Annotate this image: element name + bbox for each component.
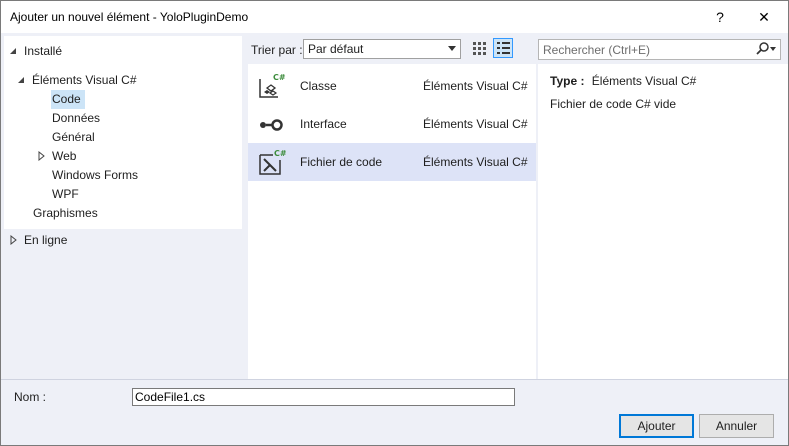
tree-item-label: Éléments Visual C# xyxy=(32,73,137,87)
sort-dropdown[interactable]: Par défaut xyxy=(303,39,461,59)
grid-view-button[interactable] xyxy=(469,38,489,58)
add-button[interactable]: Ajouter xyxy=(619,414,694,438)
collapsed-arrow-icon[interactable] xyxy=(8,235,18,245)
template-name: Classe xyxy=(300,79,337,93)
name-label: Nom : xyxy=(14,390,47,404)
sort-label: Trier par : xyxy=(251,43,303,57)
list-view-button[interactable] xyxy=(493,38,513,58)
tree-item-label: Web xyxy=(52,149,77,163)
tree-item-data[interactable]: Données xyxy=(52,109,100,127)
tree-item-graphics[interactable]: Graphismes xyxy=(33,204,98,222)
name-input[interactable] xyxy=(133,389,510,405)
tree-item-wpf[interactable]: WPF xyxy=(52,185,79,203)
svg-text:C#: C# xyxy=(274,149,286,158)
online-tree: En ligne xyxy=(4,229,242,379)
class-icon: C# xyxy=(256,71,286,101)
expanded-arrow-icon[interactable] xyxy=(16,75,26,85)
window-title: Ajouter un nouvel élément - YoloPluginDe… xyxy=(10,10,249,24)
search-input[interactable]: Rechercher (Ctrl+E) xyxy=(538,39,781,60)
dialog-footer: Nom : Ajouter Annuler xyxy=(1,379,788,445)
template-category: Éléments Visual C# xyxy=(423,79,528,93)
template-row-interface[interactable]: Interface Éléments Visual C# xyxy=(248,105,536,143)
details-type-value: Éléments Visual C# xyxy=(591,74,697,88)
template-category: Éléments Visual C# xyxy=(423,117,528,131)
details-type: Type : Éléments Visual C# xyxy=(550,74,696,88)
tree-item-windows-forms[interactable]: Windows Forms xyxy=(52,166,138,184)
help-icon: ? xyxy=(716,9,724,25)
template-list: C# Classe Éléments Visual C# Interface É… xyxy=(248,64,536,379)
search-icon[interactable] xyxy=(755,42,777,59)
tree-item-label: Installé xyxy=(24,44,63,58)
cancel-button[interactable]: Annuler xyxy=(699,414,774,438)
list-view-icon xyxy=(497,42,510,54)
template-category: Éléments Visual C# xyxy=(423,155,528,169)
details-panel: Type : Éléments Visual C# Fichier de cod… xyxy=(538,64,788,379)
close-button[interactable]: ✕ xyxy=(742,1,786,33)
chevron-down-icon xyxy=(448,46,456,51)
add-new-item-dialog: Ajouter un nouvel élément - YoloPluginDe… xyxy=(0,0,789,446)
details-description: Fichier de code C# vide xyxy=(550,97,677,111)
sort-value: Par défaut xyxy=(308,42,364,56)
code-file-icon: C# xyxy=(256,147,287,177)
tree-item-code[interactable]: Code xyxy=(52,90,81,108)
interface-icon xyxy=(256,109,286,139)
details-type-label: Type : xyxy=(550,74,585,88)
tree-item-label: En ligne xyxy=(24,233,68,247)
grid-view-icon xyxy=(473,42,486,55)
template-row-class[interactable]: C# Classe Éléments Visual C# xyxy=(248,67,536,105)
title-bar: Ajouter un nouvel élément - YoloPluginDe… xyxy=(1,1,788,33)
tree-item-general[interactable]: Général xyxy=(52,128,95,146)
template-name: Fichier de code xyxy=(300,155,383,169)
category-tree: Installé Éléments Visual C# Code Données… xyxy=(4,36,242,229)
template-name: Interface xyxy=(300,117,347,131)
help-button[interactable]: ? xyxy=(698,1,742,33)
collapsed-arrow-icon[interactable] xyxy=(36,151,46,161)
name-field[interactable] xyxy=(132,388,515,406)
close-icon: ✕ xyxy=(758,8,770,25)
svg-text:C#: C# xyxy=(273,73,286,82)
template-row-code-file[interactable]: C# Fichier de code Éléments Visual C# xyxy=(248,143,536,181)
expanded-arrow-icon[interactable] xyxy=(8,46,18,56)
search-placeholder: Rechercher (Ctrl+E) xyxy=(543,43,651,57)
